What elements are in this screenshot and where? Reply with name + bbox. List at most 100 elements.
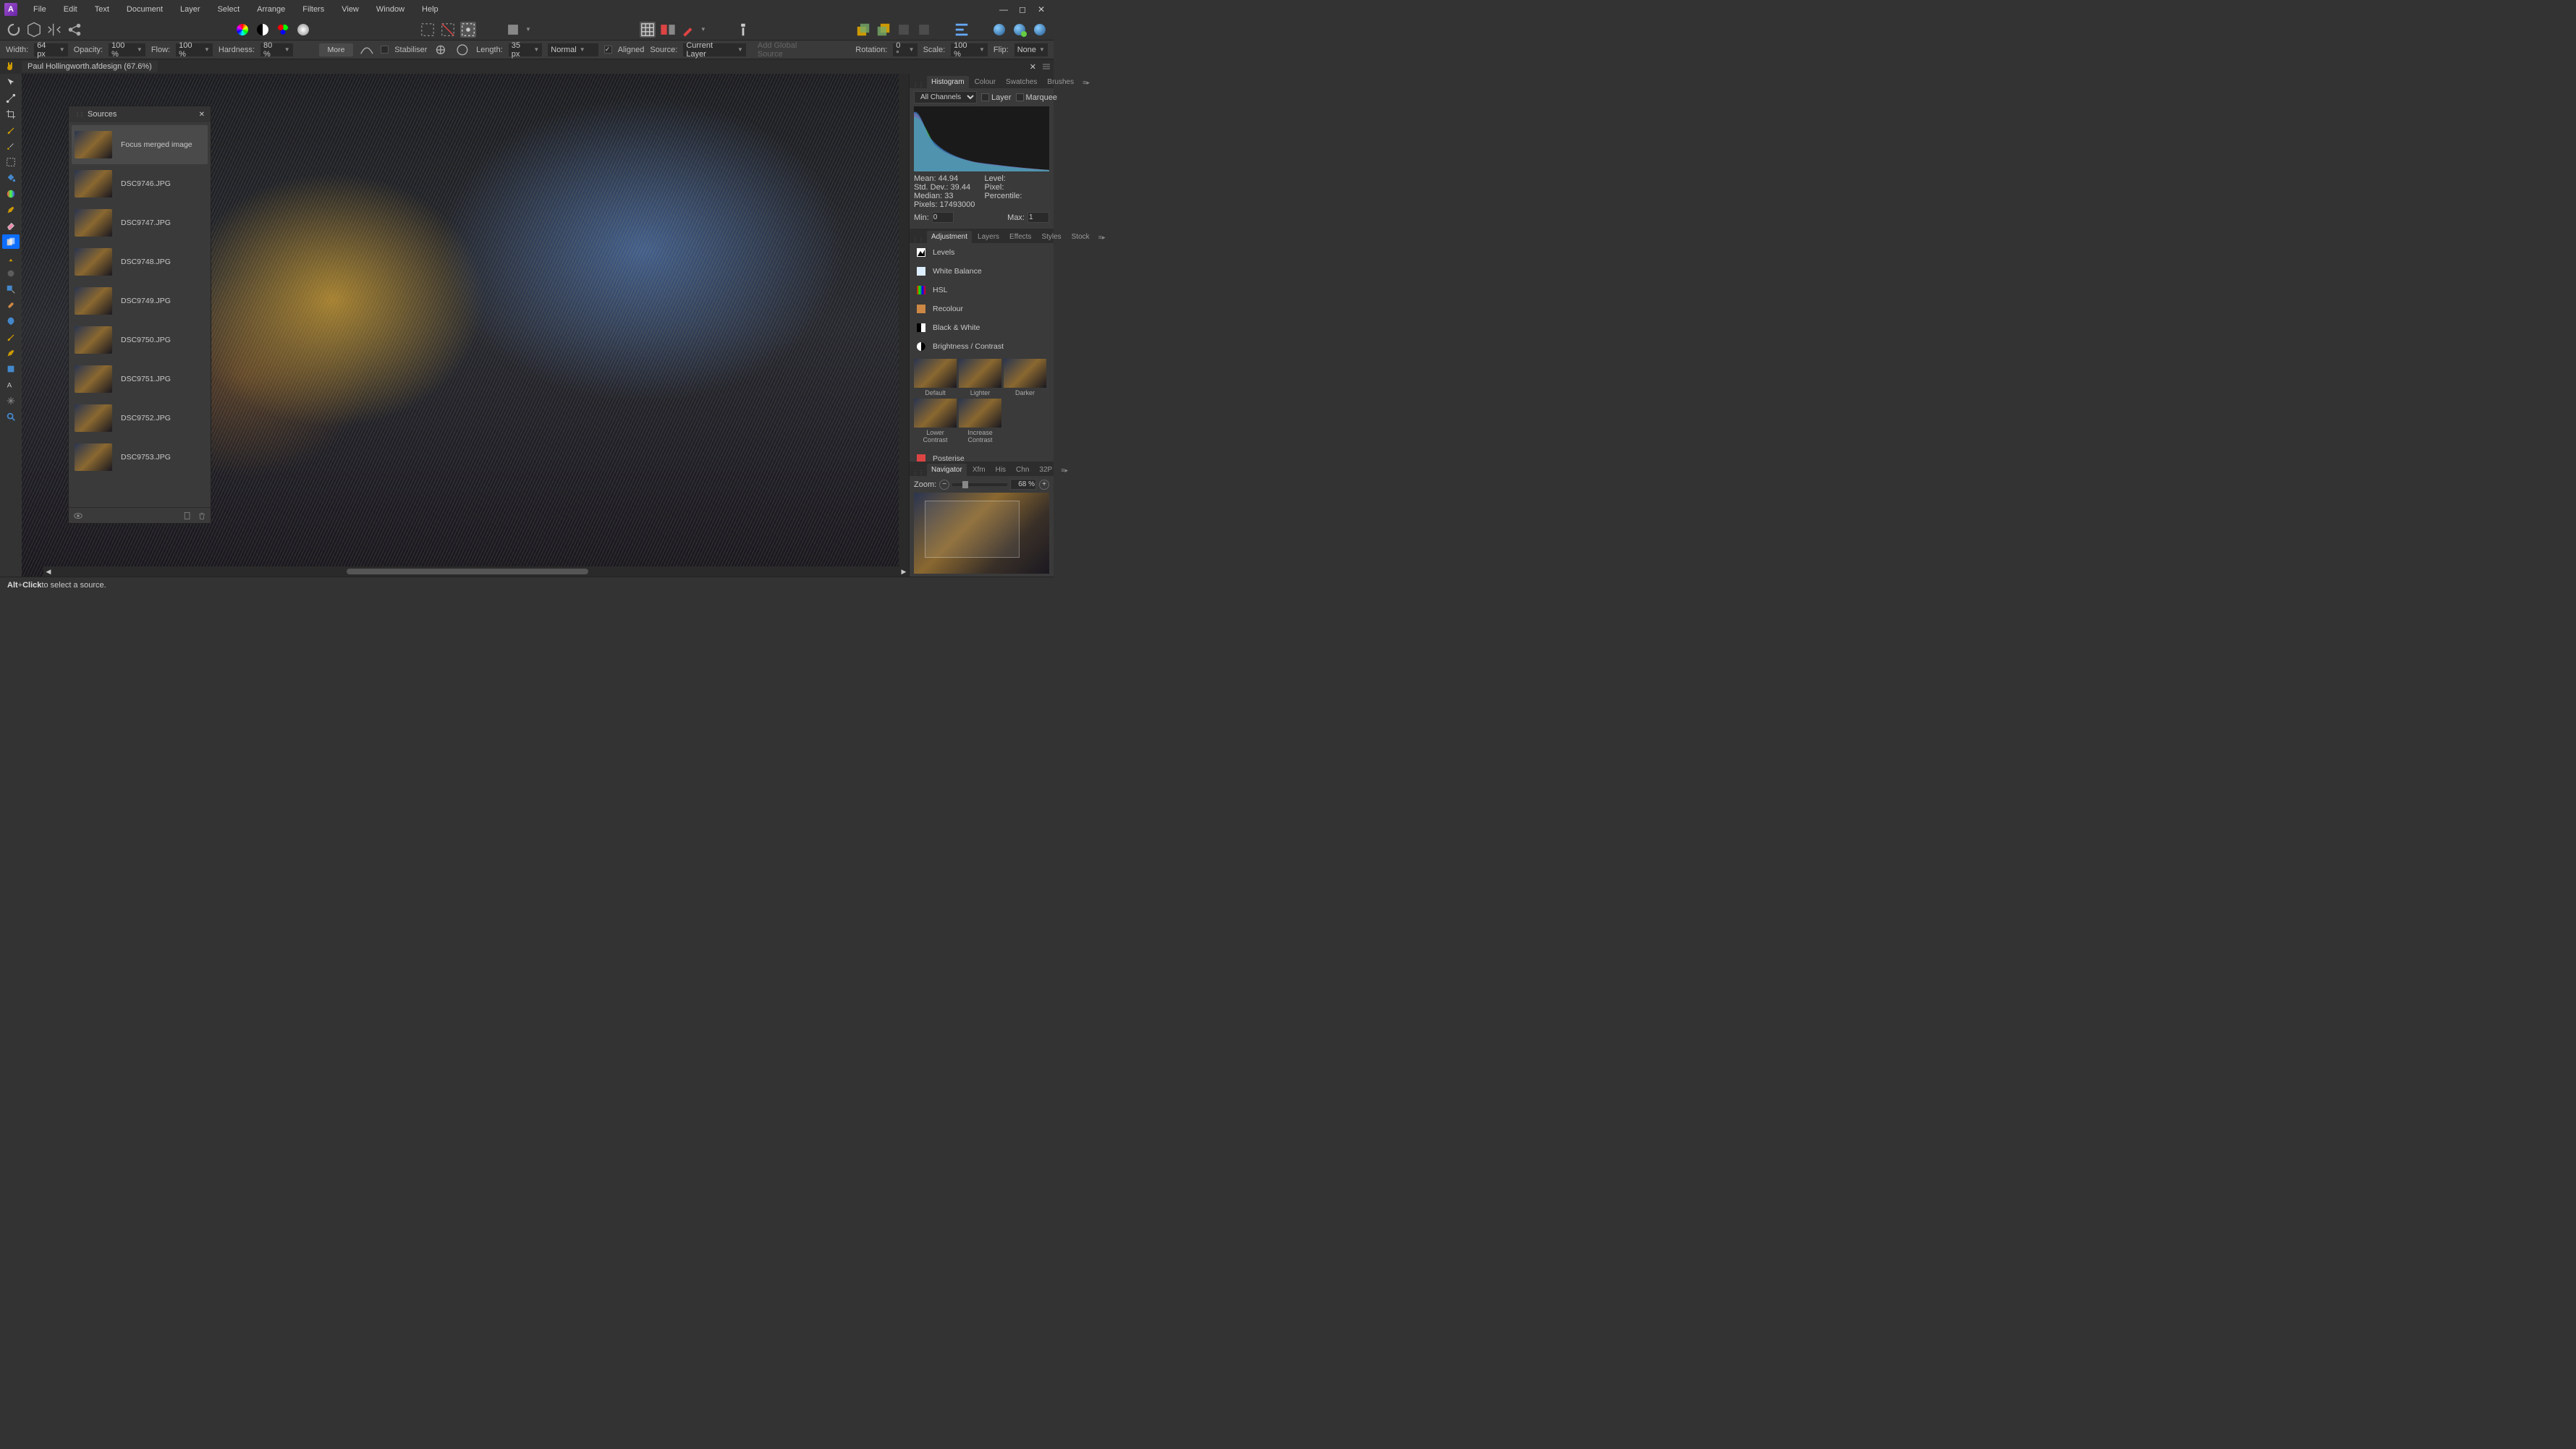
menu-window[interactable]: Window	[368, 1, 413, 17]
menu-arrange[interactable]: Arrange	[248, 1, 294, 17]
grid-icon[interactable]	[640, 22, 656, 38]
text-tool[interactable]: A	[2, 378, 20, 392]
mesh-tool[interactable]	[2, 346, 20, 360]
document-tab[interactable]: Paul Hollingworth.afdesign (67.6%)	[22, 61, 158, 72]
menu-document[interactable]: Document	[118, 1, 171, 17]
sponge-tool[interactable]	[2, 330, 20, 344]
tab-histogram[interactable]: Histogram	[927, 76, 969, 88]
source-item[interactable]: DSC9747.JPG	[72, 203, 208, 242]
menu-file[interactable]: File	[25, 1, 55, 17]
width-input[interactable]: 64 px▼	[34, 43, 68, 56]
menu-layer[interactable]: Layer	[171, 1, 209, 17]
preset-darker[interactable]: Darker	[1004, 359, 1046, 396]
min-input[interactable]	[932, 212, 954, 223]
preset-lower-contrast[interactable]: Lower Contrast	[914, 399, 957, 443]
selection-dashed-icon[interactable]	[420, 22, 436, 38]
selection-cross-icon[interactable]	[440, 22, 456, 38]
adjustment-recolour[interactable]: Recolour	[910, 299, 1054, 318]
align-icon[interactable]	[954, 22, 970, 38]
gradient-tool[interactable]	[2, 187, 20, 201]
color-wheel-icon[interactable]	[234, 22, 250, 38]
pen-tool[interactable]	[2, 203, 20, 217]
canvas-scrollbar-v[interactable]	[899, 74, 909, 566]
corner-tool[interactable]	[2, 139, 20, 153]
zoom-out-button[interactable]: −	[939, 480, 949, 490]
tab-layers[interactable]: Layers	[973, 231, 1004, 243]
menu-filters[interactable]: Filters	[294, 1, 333, 17]
panel-options[interactable]: ≡▸	[1080, 77, 1093, 88]
zoom-slider[interactable]	[952, 483, 1007, 486]
pressure-icon[interactable]	[359, 42, 375, 58]
scale-input[interactable]: 100 %▼	[951, 43, 988, 56]
selection-brush-tool[interactable]	[2, 282, 20, 297]
zoom-tool[interactable]	[2, 409, 20, 424]
blend-mode-select[interactable]: Normal▼	[548, 43, 598, 56]
source-item[interactable]: DSC9748.JPG	[72, 242, 208, 281]
bw-circle-icon[interactable]	[255, 22, 271, 38]
quick-mask-icon[interactable]	[460, 22, 476, 38]
flood-tool[interactable]	[2, 171, 20, 185]
tab-styles[interactable]: Styles	[1037, 231, 1065, 243]
canvas[interactable]: ◀▶ ⋮⋮ Sources ✕ Focus merged imageDSC974…	[22, 74, 909, 577]
layer-forward-icon[interactable]	[855, 22, 871, 38]
navigator-preview[interactable]	[914, 493, 1049, 574]
blur-tool[interactable]	[2, 266, 20, 281]
soft-circle-icon[interactable]	[295, 22, 311, 38]
adjustment-brightness-contrast[interactable]: Brightness / Contrast	[910, 337, 1054, 356]
marquee-tool[interactable]	[2, 155, 20, 169]
crop-mode-icon[interactable]	[505, 22, 521, 38]
document-tab-close[interactable]: ✕	[1030, 62, 1042, 72]
maximize-button[interactable]: ◻	[1017, 4, 1028, 14]
tab-stock[interactable]: Stock	[1067, 231, 1094, 243]
brush-tool[interactable]	[2, 123, 20, 137]
menu-help[interactable]: Help	[413, 1, 447, 17]
canvas-scrollbar-h[interactable]: ◀▶	[43, 566, 909, 577]
marquee-check[interactable]: Marquee	[1016, 93, 1057, 102]
globe-icon[interactable]	[991, 22, 1007, 38]
source-item[interactable]: Focus merged image	[72, 125, 208, 164]
layer-check[interactable]: Layer	[981, 93, 1012, 102]
eye-icon[interactable]	[73, 511, 83, 521]
page-icon[interactable]	[183, 511, 192, 520]
tab-swatches[interactable]: Swatches	[1001, 76, 1041, 88]
adjustment-levels[interactable]: Levels	[910, 243, 1054, 262]
layer-dim2-icon[interactable]	[916, 22, 932, 38]
preset-lighter[interactable]: Lighter	[959, 359, 1001, 396]
rope-icon[interactable]	[433, 42, 449, 58]
tab-xfm[interactable]: Xfm	[968, 464, 990, 476]
close-button[interactable]: ✕	[1036, 4, 1046, 14]
info-icon[interactable]	[735, 22, 751, 38]
transform-tool[interactable]	[2, 394, 20, 408]
opacity-input[interactable]: 100 %▼	[109, 43, 145, 56]
source-item[interactable]: DSC9752.JPG	[72, 399, 208, 438]
source-item[interactable]: DSC9750.JPG	[72, 320, 208, 360]
stabiliser-check[interactable]	[381, 46, 389, 54]
zoom-in-button[interactable]: +	[1039, 480, 1049, 490]
menu-select[interactable]: Select	[209, 1, 249, 17]
menu-edit[interactable]: Edit	[55, 1, 86, 17]
menu-view[interactable]: View	[333, 1, 368, 17]
add-global-source[interactable]: Add Global Source	[752, 39, 830, 61]
move-tool[interactable]	[2, 75, 20, 90]
share-icon[interactable]	[67, 22, 82, 38]
panel-options[interactable]: ≡▸	[1058, 465, 1071, 476]
dodge-tool[interactable]	[2, 314, 20, 328]
adjustment-posterise[interactable]: Posterise	[910, 449, 1054, 462]
mirror-icon[interactable]	[46, 22, 62, 38]
tab-navigator[interactable]: Navigator	[927, 464, 967, 476]
cube-icon[interactable]	[26, 22, 42, 38]
hand-tool-icon[interactable]	[4, 60, 16, 72]
adjustment-white-balance[interactable]: White Balance	[910, 262, 1054, 281]
sources-panel-close[interactable]: ✕	[199, 111, 205, 119]
source-select[interactable]: Current Layer▼	[683, 43, 746, 56]
dual-view-icon[interactable]	[660, 22, 676, 38]
aligned-check[interactable]	[604, 46, 612, 54]
layer-back-icon[interactable]	[876, 22, 891, 38]
refresh-icon[interactable]	[6, 22, 22, 38]
source-item[interactable]: DSC9746.JPG	[72, 164, 208, 203]
source-item[interactable]: DSC9749.JPG	[72, 281, 208, 320]
preset-increase-contrast[interactable]: Increase Contrast	[959, 399, 1001, 443]
zoom-input[interactable]	[1010, 479, 1036, 490]
navigator-viewport[interactable]	[925, 501, 1020, 557]
tab-chn[interactable]: Chn	[1012, 464, 1033, 476]
